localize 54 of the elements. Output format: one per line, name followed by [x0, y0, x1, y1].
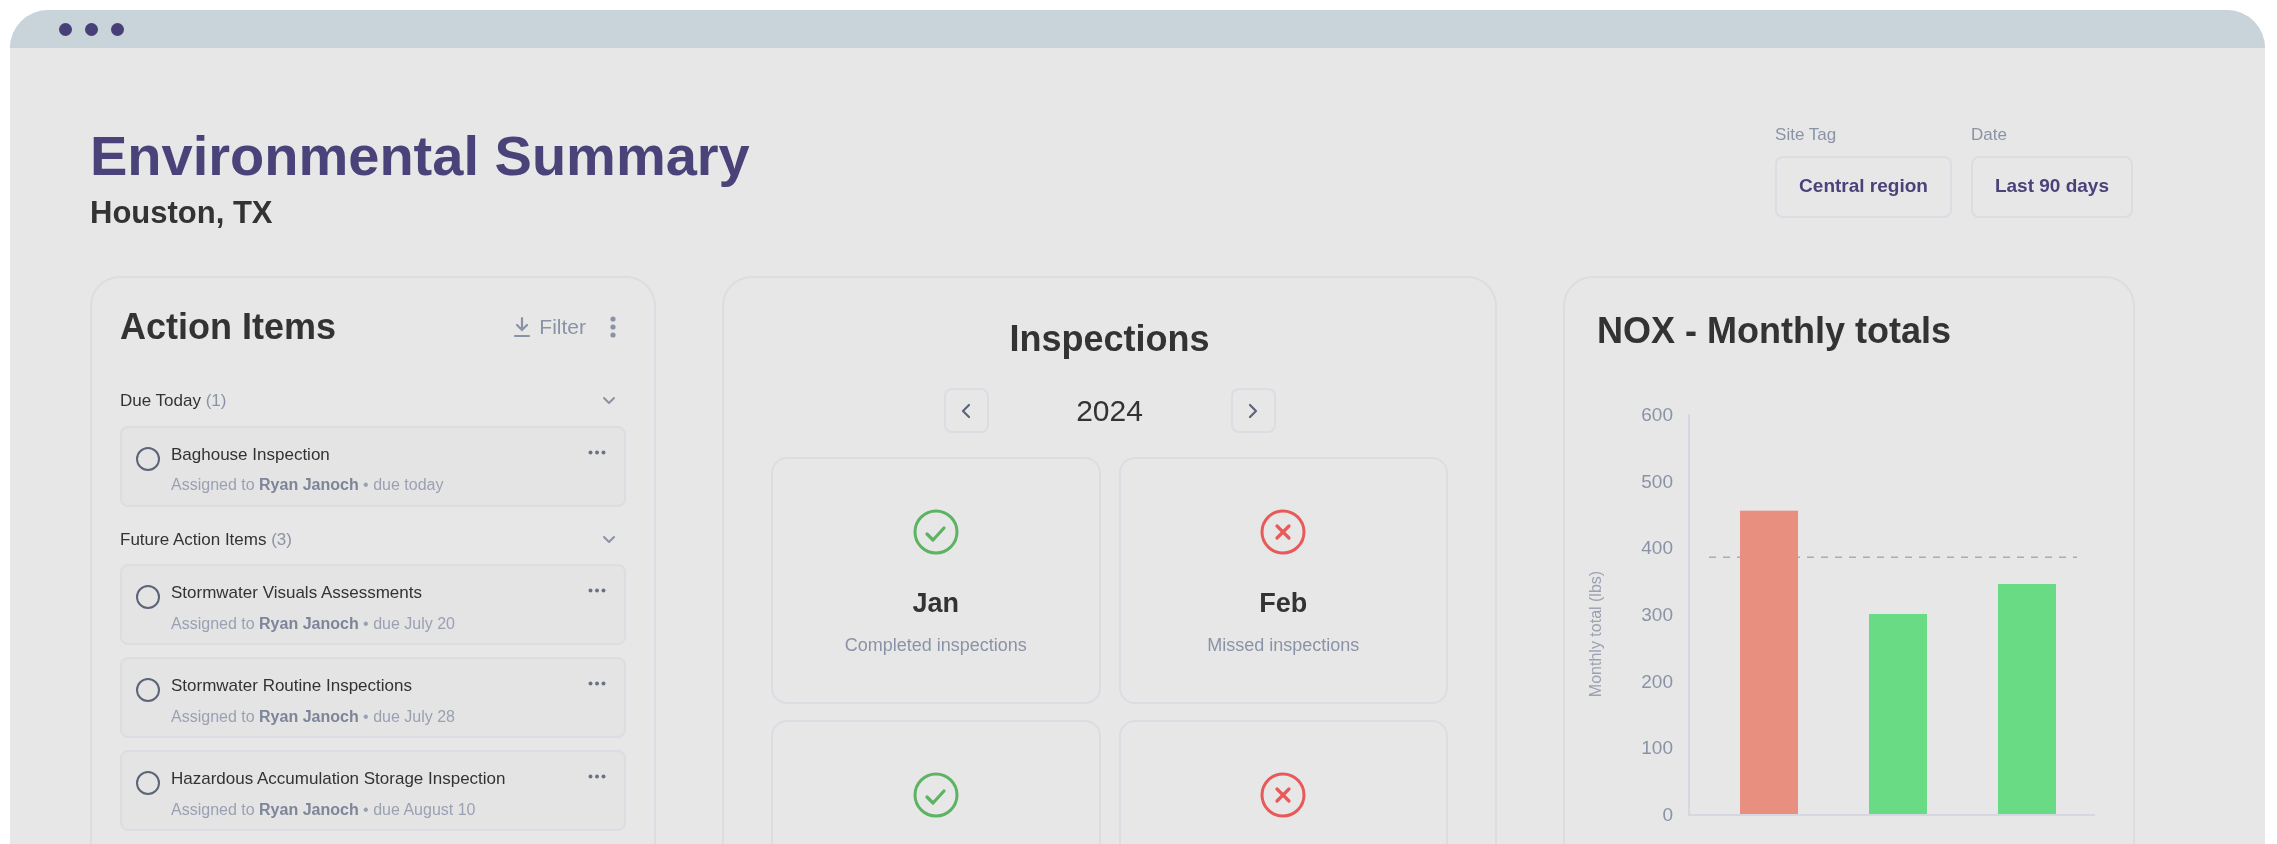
dropdown-button[interactable]: Central region — [1775, 155, 1952, 218]
month-caption: Completed inspections — [844, 633, 1027, 657]
month-label: Feb — [1259, 587, 1308, 620]
more-horizontal-icon[interactable] — [588, 774, 606, 779]
card-title: Action Items — [120, 305, 338, 349]
filter-label: Date — [1970, 124, 2008, 146]
group-title: Due Today — [120, 391, 201, 410]
tick-label: 600 — [1641, 404, 1673, 425]
page-title: Environmental Summary — [90, 124, 750, 188]
tick-label: 300 — [1641, 604, 1673, 625]
chevron-right-icon — [1248, 402, 1258, 419]
item-title: Hazardous Accumulation Storage Inspection — [171, 768, 507, 790]
group-title: Future Action Items — [120, 529, 267, 549]
axis-title: Monthly total (lbs) — [1587, 570, 1604, 698]
action-item-card[interactable]: Stormwater Visuals Assessments Assigned to Ryan Janoch • due July 20 — [120, 564, 626, 645]
item-title: Stormwater Visuals Assessments — [171, 582, 423, 604]
item-title: Stormwater Routine Inspections — [171, 675, 413, 697]
year-label: 2024 — [1075, 393, 1144, 429]
group-header[interactable]: Due Today (1) — [120, 388, 626, 414]
action-item-card[interactable]: Hazardous Accumulation Storage Inspection Assigned to Ryan Janoch • due August 10 — [120, 750, 626, 831]
checkbox[interactable] — [136, 446, 160, 471]
chevron-left-icon — [961, 402, 971, 419]
tick-label: 100 — [1641, 737, 1673, 759]
checkbox[interactable] — [136, 678, 160, 702]
group-count: (3) — [271, 529, 292, 549]
card-title: NOX - Monthly totals — [1596, 309, 1952, 353]
month-card[interactable]: Feb Missed inspections — [1118, 457, 1448, 704]
more-vertical-icon[interactable] — [610, 316, 616, 338]
card-title: Inspections — [1009, 317, 1210, 361]
group-count: (1) — [205, 391, 227, 410]
item-subtitle: Assigned to Ryan Janoch • due today — [171, 475, 445, 495]
page-subtitle: Houston, TX — [90, 194, 274, 232]
month-caption: Missed inspections — [1207, 633, 1360, 657]
tick-label: 200 — [1641, 670, 1673, 692]
item-subtitle: Assigned to Ryan Janoch • due July 20 — [171, 613, 456, 634]
checkbox[interactable] — [136, 771, 160, 795]
month-label: Jan — [912, 587, 959, 620]
action-item-card[interactable]: Stormwater Routine Inspections Assigned to Ryan Janoch • due July 28 — [120, 657, 626, 738]
group-header[interactable]: Future Action Items (3) — [120, 526, 626, 552]
item-subtitle: Assigned to Ryan Janoch • due July 28 — [171, 706, 456, 727]
month-card[interactable]: Jan Completed inspections — [771, 457, 1101, 704]
item-subtitle: Assigned to Ryan Janoch • due August 10 — [171, 799, 477, 820]
tick-label: 0 — [1662, 804, 1673, 825]
download-icon — [513, 316, 532, 338]
filter-label: Site Tag — [1775, 124, 1838, 146]
item-title: Baghouse Inspection — [171, 443, 331, 466]
more-horizontal-icon[interactable] — [588, 681, 606, 686]
tick-label: 400 — [1641, 537, 1673, 559]
tick-label: 500 — [1641, 470, 1673, 492]
checkbox[interactable] — [136, 585, 160, 609]
dropdown-button[interactable]: Last 90 days — [1970, 155, 2133, 218]
more-horizontal-icon[interactable] — [588, 449, 606, 455]
more-horizontal-icon[interactable] — [588, 588, 606, 593]
action-item-card[interactable]: Baghouse Inspection Assigned to Ryan Janoch • due today — [120, 425, 626, 507]
